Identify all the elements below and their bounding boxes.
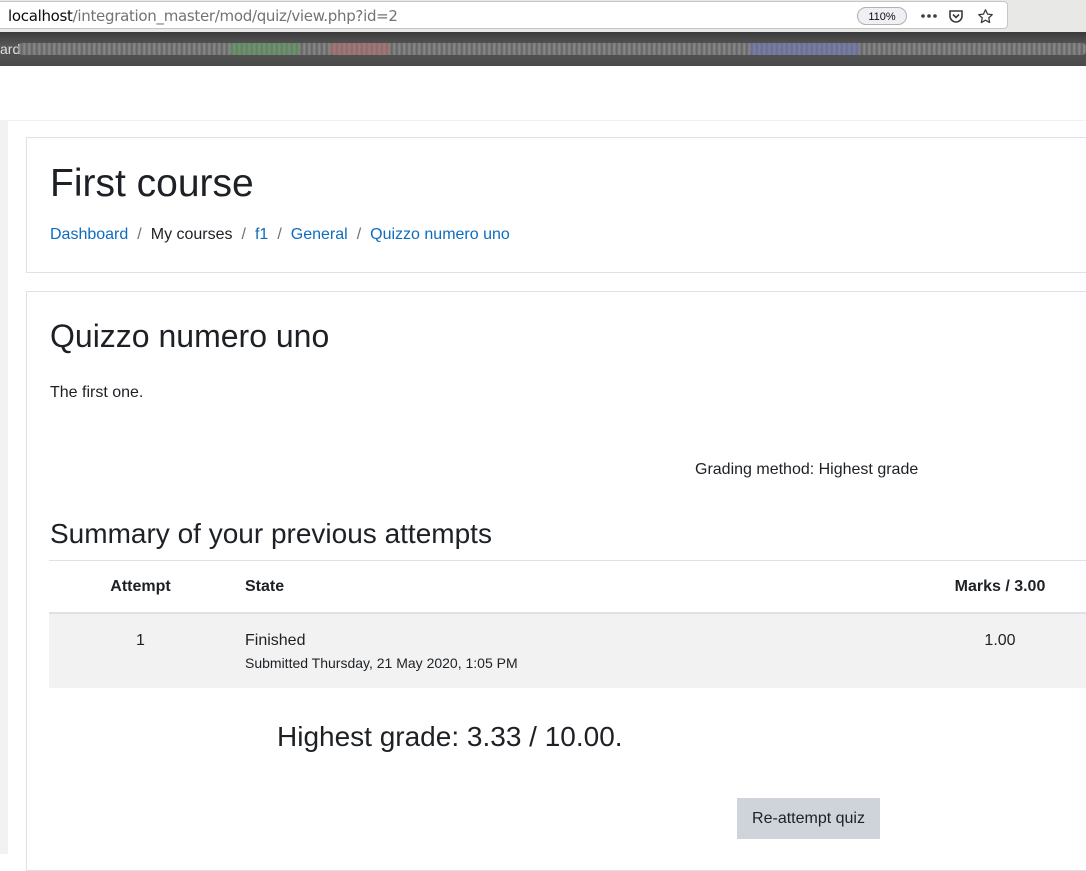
url-bar[interactable]: localhost/integration_master/mod/quiz/vi… (0, 1, 1008, 29)
header-state: State (232, 560, 935, 614)
breadcrumb-separator: / (241, 226, 246, 243)
attempts-table: Attempt State Marks / 3.00 1 Finished Su… (49, 560, 1086, 688)
breadcrumb-dashboard[interactable]: Dashboard (50, 226, 128, 243)
quiz-title: Quizzo numero uno (50, 318, 330, 354)
breadcrumb-course[interactable]: f1 (255, 226, 268, 243)
star-icon[interactable] (975, 6, 995, 26)
breadcrumb-separator: / (137, 226, 142, 243)
blurred-bookmarks (18, 43, 1086, 55)
zoom-level-badge[interactable]: 110% (857, 7, 907, 25)
header-marks: Marks / 3.00 (935, 560, 1086, 614)
blurred-bookmark-green (230, 43, 300, 55)
attempt-state: Finished (245, 632, 306, 649)
breadcrumb-separator: / (356, 226, 362, 243)
quiz-main-region: Quizzo numero uno The first one. Grading… (26, 291, 1086, 871)
pocket-icon[interactable] (946, 6, 966, 26)
more-icon[interactable] (919, 6, 939, 26)
grading-method: Grading method: Highest grade (695, 461, 919, 478)
breadcrumb: Dashboard / My courses / f1 / General / Quizzo n… (50, 226, 510, 244)
cell-state: Finished Submitted Thursday, 21 May 2020… (232, 613, 935, 688)
cell-marks: 1.00 (935, 613, 1086, 688)
table-header-row: Attempt State Marks / 3.00 (49, 560, 1086, 614)
course-title: First course (50, 162, 254, 205)
quiz-intro: The first one. (50, 384, 144, 401)
breadcrumb-quiz[interactable]: Quizzo numero uno (370, 226, 510, 243)
attempt-submitted-time: Submitted Thursday, 21 May 2020, 1:05 PM (245, 655, 518, 671)
blurred-bookmark-red (330, 43, 390, 55)
attempt-number: 1 (136, 632, 145, 649)
url-path: /integration_master/mod/quiz/view.php?id… (72, 7, 398, 25)
course-header: First course Dashboard / My courses / f1 / Gen… (26, 137, 1086, 273)
attempt-marks: 1.00 (984, 632, 1016, 649)
nav-drawer-edge (0, 121, 8, 854)
cell-attempt: 1 (49, 613, 232, 688)
reattempt-quiz-button[interactable]: Re-attempt quiz (737, 798, 880, 839)
site-navbar (0, 66, 1086, 120)
breadcrumb-section[interactable]: General (291, 226, 348, 243)
attempts-summary-heading: Summary of your previous attempts (50, 518, 492, 549)
blurred-bookmark-blue (750, 43, 860, 55)
browser-toolbar: localhost/integration_master/mod/quiz/vi… (0, 0, 1086, 32)
table-row: 1 Finished Submitted Thursday, 21 May 20… (49, 613, 1086, 688)
breadcrumb-my-courses: My courses (150, 226, 233, 243)
breadcrumb-separator: / (277, 226, 282, 243)
highest-grade-result: Highest grade: 3.33 / 10.00. (277, 721, 623, 752)
header-attempt: Attempt (49, 560, 232, 614)
bookmarks-toolbar: ard (0, 32, 1086, 66)
url-text[interactable]: localhost/integration_master/mod/quiz/vi… (8, 7, 398, 25)
url-host: localhost (8, 7, 73, 25)
